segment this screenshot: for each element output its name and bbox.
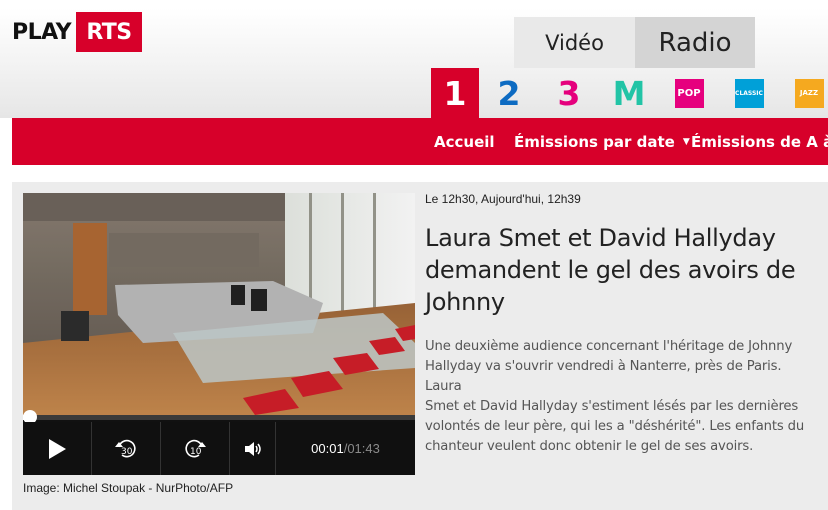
channel-selector: 1 2 3 M POP CLASSIC JAZZ: [431, 68, 828, 118]
channel-m-label: M: [612, 73, 646, 113]
jazz-icon: JAZZ: [794, 78, 824, 108]
logo-play-text: PLAY: [12, 19, 72, 45]
article-title[interactable]: Laura Smet et David Hallyday demandent l…: [425, 222, 820, 318]
channel-espace-2[interactable]: 2: [479, 68, 539, 118]
volume-icon: [244, 441, 261, 456]
play-icon: [49, 438, 66, 459]
channel-classic-label: CLASSIC: [735, 89, 763, 97]
volume-button[interactable]: [230, 422, 276, 475]
forward-10-button[interactable]: 10: [161, 422, 230, 475]
main-nav: Accueil Émissions par date ▼ Émissions d…: [12, 118, 828, 165]
forward-label: 10: [190, 447, 202, 457]
play-button[interactable]: [23, 422, 92, 475]
classic-icon: CLASSIC: [734, 78, 764, 108]
time-display: 00:01 / 01:43: [276, 422, 415, 475]
channel-option-musique[interactable]: M: [599, 68, 659, 118]
channel-la-1ere[interactable]: 1: [431, 68, 479, 118]
channel-jazz[interactable]: JAZZ: [779, 68, 828, 118]
channel-classic[interactable]: CLASSIC: [719, 68, 779, 118]
channel-pop-label: POP: [677, 87, 701, 99]
nav-accueil[interactable]: Accueil: [434, 118, 495, 165]
channel-1-label: 1: [443, 73, 467, 113]
rewind-30-button[interactable]: 30: [92, 422, 161, 475]
progress-track[interactable]: [23, 415, 415, 420]
header: PLAY RTS Vidéo Radio 1 2 3 M POP CLASSIC: [0, 0, 828, 118]
tab-radio[interactable]: Radio: [635, 17, 755, 68]
nav-emissions-a-z[interactable]: Émissions de A à Z: [691, 118, 828, 165]
title-line: Johnny: [425, 288, 505, 316]
current-time: 00:01: [311, 441, 344, 456]
forward-icon: 10: [185, 439, 206, 457]
video-player[interactable]: 30 10 00:01 / 01:43: [23, 193, 415, 475]
description-line: chanteur veulent donc obtenir le gel de …: [425, 439, 754, 454]
channel-2-label: 2: [497, 73, 521, 113]
channel-jazz-label: JAZZ: [799, 89, 819, 97]
player-controls: 30 10 00:01 / 01:43: [23, 422, 415, 475]
title-line: demandent le gel des avoirs de: [425, 256, 796, 284]
rewind-icon: 30: [115, 439, 136, 457]
channel-couleur-3[interactable]: 3: [539, 68, 599, 118]
nav-accueil-label: Accueil: [434, 132, 495, 151]
nav-emissions-a-z-label: Émissions de A à Z: [691, 132, 828, 151]
channel-3-label: 3: [557, 73, 581, 113]
channel-pop[interactable]: POP: [659, 68, 719, 118]
article-meta: Le 12h30, Aujourd'hui, 12h39: [425, 192, 581, 206]
nav-emissions-par-date-label: Émissions par date: [514, 132, 675, 151]
logo-rts-text: RTS: [76, 12, 142, 52]
tab-video[interactable]: Vidéo: [514, 17, 635, 68]
play-rts-logo[interactable]: PLAY RTS: [12, 12, 142, 52]
description-line: Hallyday va s'ouvrir vendredi à Nanterre…: [425, 359, 782, 394]
article-description: Une deuxième audience concernant l'hérit…: [425, 337, 820, 457]
description-line: Une deuxième audience concernant l'hérit…: [425, 339, 793, 354]
rewind-label: 30: [121, 447, 133, 457]
title-line: Laura Smet et David Hallyday: [425, 224, 776, 252]
mode-tabs: Vidéo Radio: [514, 17, 755, 68]
pop-icon: POP: [674, 78, 704, 108]
nav-emissions-par-date[interactable]: Émissions par date ▼: [514, 118, 690, 165]
image-credit: Image: Michel Stoupak - NurPhoto/AFP: [23, 481, 234, 495]
description-line: Smet et David Hallyday s'estiment lésés …: [425, 399, 799, 414]
chevron-down-icon: ▼: [682, 136, 690, 147]
duration: 01:43: [347, 441, 380, 456]
description-line: volontés de leur père, qui les a "déshér…: [425, 419, 805, 434]
courtroom-image: [23, 193, 415, 415]
